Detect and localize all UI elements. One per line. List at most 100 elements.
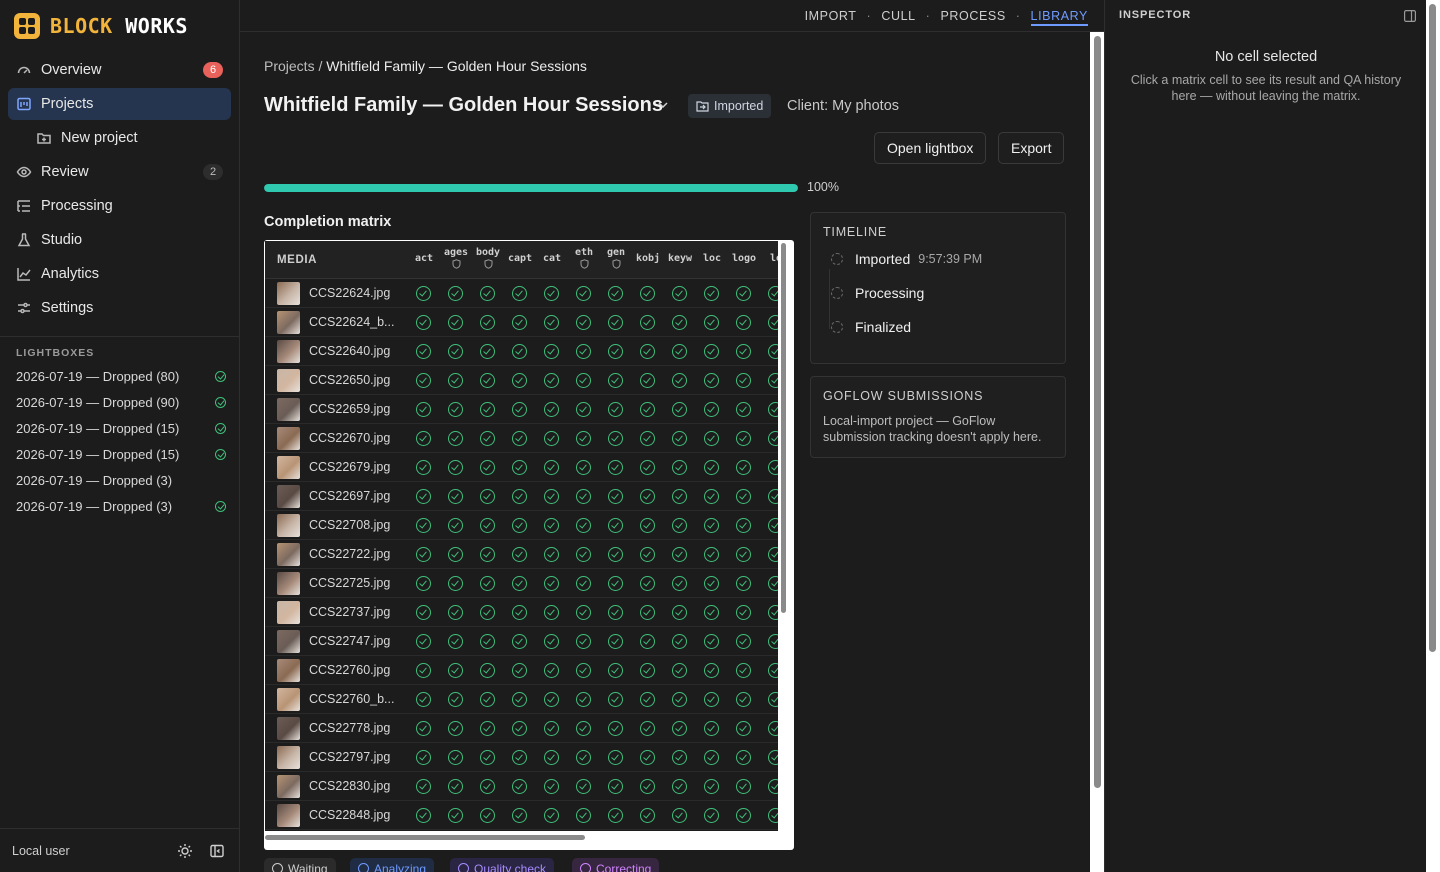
matrix-cell-check-icon[interactable] — [768, 692, 778, 707]
media-thumbnail[interactable] — [277, 775, 300, 798]
table-row[interactable]: CCS22760.jpg — [265, 656, 778, 685]
matrix-cell-check-icon[interactable] — [768, 286, 778, 301]
matrix-cell-check-icon[interactable] — [704, 750, 719, 765]
matrix-cell-check-icon[interactable] — [448, 431, 463, 446]
matrix-cell-check-icon[interactable] — [672, 431, 687, 446]
matrix-cell-check-icon[interactable] — [768, 489, 778, 504]
matrix-cell-check-icon[interactable] — [608, 576, 623, 591]
matrix-cell-check-icon[interactable] — [576, 634, 591, 649]
matrix-cell-check-icon[interactable] — [480, 489, 495, 504]
matrix-cell-check-icon[interactable] — [576, 808, 591, 823]
matrix-cell-check-icon[interactable] — [512, 373, 527, 388]
matrix-cell-check-icon[interactable] — [544, 460, 559, 475]
matrix-cell-check-icon[interactable] — [608, 518, 623, 533]
matrix-cell-check-icon[interactable] — [640, 808, 655, 823]
matrix-cell-check-icon[interactable] — [544, 518, 559, 533]
matrix-cell-check-icon[interactable] — [640, 663, 655, 678]
matrix-cell-check-icon[interactable] — [448, 286, 463, 301]
table-row[interactable]: CCS22725.jpg — [265, 569, 778, 598]
matrix-cell-check-icon[interactable] — [768, 721, 778, 736]
collapse-sidebar-icon[interactable] — [209, 843, 225, 859]
matrix-cell-check-icon[interactable] — [576, 779, 591, 794]
matrix-cell-check-icon[interactable] — [672, 489, 687, 504]
matrix-cell-check-icon[interactable] — [480, 634, 495, 649]
matrix-cell-check-icon[interactable] — [480, 692, 495, 707]
matrix-cell-check-icon[interactable] — [736, 402, 751, 417]
matrix-cell-check-icon[interactable] — [544, 692, 559, 707]
matrix-cell-check-icon[interactable] — [576, 344, 591, 359]
matrix-cell-check-icon[interactable] — [512, 344, 527, 359]
matrix-cell-check-icon[interactable] — [480, 460, 495, 475]
matrix-cell-check-icon[interactable] — [608, 373, 623, 388]
media-thumbnail[interactable] — [277, 427, 300, 450]
matrix-cell-check-icon[interactable] — [704, 286, 719, 301]
matrix-cell-check-icon[interactable] — [416, 605, 431, 620]
matrix-cell-check-icon[interactable] — [544, 779, 559, 794]
sidebar-item-studio[interactable]: Studio — [8, 224, 231, 256]
table-row[interactable]: CCS22670.jpg — [265, 424, 778, 453]
matrix-cell-check-icon[interactable] — [448, 663, 463, 678]
matrix-cell-check-icon[interactable] — [416, 576, 431, 591]
matrix-cell-check-icon[interactable] — [640, 779, 655, 794]
matrix-cell-check-icon[interactable] — [576, 315, 591, 330]
matrix-cell-check-icon[interactable] — [768, 402, 778, 417]
matrix-cell-check-icon[interactable] — [416, 373, 431, 388]
matrix-cell-check-icon[interactable] — [704, 489, 719, 504]
matrix-cell-check-icon[interactable] — [736, 489, 751, 504]
matrix-cell-check-icon[interactable] — [416, 518, 431, 533]
matrix-cell-check-icon[interactable] — [608, 315, 623, 330]
matrix-cell-check-icon[interactable] — [512, 605, 527, 620]
matrix-cell-check-icon[interactable] — [448, 634, 463, 649]
matrix-cell-check-icon[interactable] — [608, 808, 623, 823]
matrix-cell-check-icon[interactable] — [736, 431, 751, 446]
nav-process[interactable]: PROCESS — [940, 9, 1005, 23]
matrix-cell-check-icon[interactable] — [512, 431, 527, 446]
table-row[interactable]: CCS22659.jpg — [265, 395, 778, 424]
matrix-cell-check-icon[interactable] — [448, 402, 463, 417]
matrix-cell-check-icon[interactable] — [768, 315, 778, 330]
matrix-cell-check-icon[interactable] — [512, 634, 527, 649]
matrix-cell-check-icon[interactable] — [416, 402, 431, 417]
matrix-cell-check-icon[interactable] — [768, 663, 778, 678]
matrix-cell-check-icon[interactable] — [416, 547, 431, 562]
lightbox-item[interactable]: 2026-07-19 — Dropped (15) — [16, 444, 226, 464]
matrix-cell-check-icon[interactable] — [544, 547, 559, 562]
matrix-cell-check-icon[interactable] — [640, 286, 655, 301]
matrix-cell-check-icon[interactable] — [576, 402, 591, 417]
matrix-cell-check-icon[interactable] — [416, 489, 431, 504]
lightbox-item[interactable]: 2026-07-19 — Dropped (15) — [16, 418, 226, 438]
matrix-cell-check-icon[interactable] — [608, 750, 623, 765]
sidebar-item-new-project[interactable]: New project — [8, 122, 231, 154]
matrix-cell-check-icon[interactable] — [768, 605, 778, 620]
matrix-cell-check-icon[interactable] — [640, 315, 655, 330]
sidebar-item-settings[interactable]: Settings — [8, 292, 231, 324]
matrix-cell-check-icon[interactable] — [416, 344, 431, 359]
matrix-cell-check-icon[interactable] — [672, 721, 687, 736]
matrix-cell-check-icon[interactable] — [704, 344, 719, 359]
matrix-cell-check-icon[interactable] — [576, 750, 591, 765]
matrix-cell-check-icon[interactable] — [448, 692, 463, 707]
matrix-cell-check-icon[interactable] — [768, 344, 778, 359]
sidebar-item-projects[interactable]: Projects — [8, 88, 231, 120]
lightbox-item[interactable]: 2026-07-19 — Dropped (3) — [16, 496, 226, 516]
sidebar-item-review[interactable]: Review 2 — [8, 156, 231, 188]
matrix-cell-check-icon[interactable] — [736, 460, 751, 475]
matrix-cell-check-icon[interactable] — [480, 605, 495, 620]
matrix-cell-check-icon[interactable] — [544, 344, 559, 359]
media-thumbnail[interactable] — [277, 485, 300, 508]
matrix-cell-check-icon[interactable] — [608, 402, 623, 417]
matrix-cell-check-icon[interactable] — [512, 692, 527, 707]
media-thumbnail[interactable] — [277, 601, 300, 624]
matrix-cell-check-icon[interactable] — [704, 779, 719, 794]
sun-icon[interactable] — [177, 843, 193, 859]
media-thumbnail[interactable] — [277, 572, 300, 595]
scroll-thumb[interactable] — [781, 243, 786, 613]
matrix-cell-check-icon[interactable] — [512, 315, 527, 330]
matrix-cell-check-icon[interactable] — [640, 576, 655, 591]
breadcrumb-projects-link[interactable]: Projects — [264, 58, 315, 74]
matrix-cell-check-icon[interactable] — [416, 692, 431, 707]
media-thumbnail[interactable] — [277, 282, 300, 305]
scroll-thumb[interactable] — [265, 835, 585, 840]
matrix-cell-check-icon[interactable] — [768, 576, 778, 591]
matrix-cell-check-icon[interactable] — [448, 315, 463, 330]
